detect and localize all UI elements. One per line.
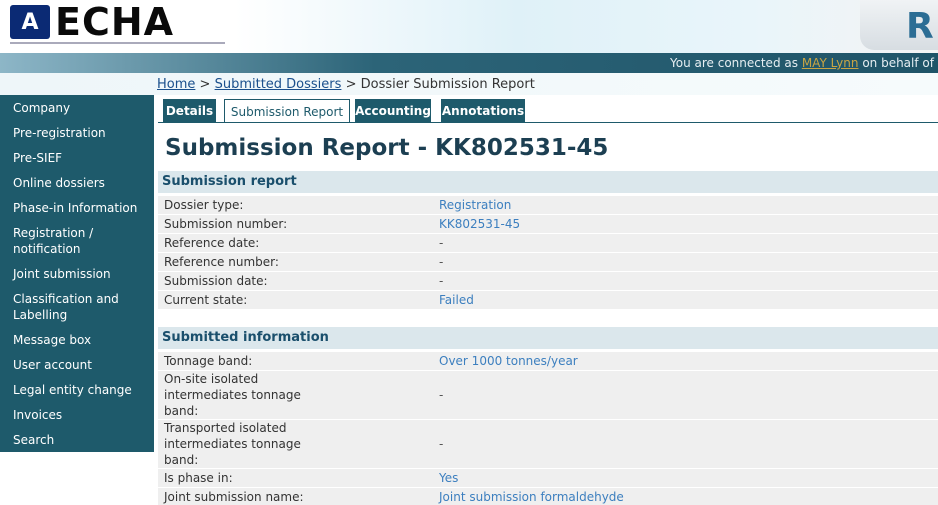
table-row: Reference date: - bbox=[158, 234, 938, 252]
row-label: On-site isolated intermediates tonnage b… bbox=[164, 372, 301, 418]
connection-bar: You are connected as MAY Lynn on behalf … bbox=[0, 53, 938, 73]
table-row: Joint submission name: Joint submission … bbox=[158, 488, 938, 505]
sidebar-item-search[interactable]: Search bbox=[13, 432, 148, 448]
section-heading-submitted-information: Submitted information bbox=[158, 327, 938, 349]
breadcrumb-bar: Home > Submitted Dossiers > Dossier Subm… bbox=[0, 73, 938, 95]
tab-divider bbox=[158, 122, 938, 123]
connection-prefix: You are connected as bbox=[670, 56, 798, 70]
connected-user-link[interactable]: MAY Lynn bbox=[802, 56, 859, 70]
sidebar-item-legal-entity-change[interactable]: Legal entity change bbox=[13, 382, 148, 398]
tab-annotations[interactable]: Annotations bbox=[441, 99, 525, 123]
sidebar-nav: Company Pre-registration Pre-SIEF Online… bbox=[0, 95, 154, 452]
table-row: Is phase in: Yes bbox=[158, 469, 938, 487]
breadcrumb-home-link[interactable]: Home bbox=[157, 77, 195, 92]
sidebar-item-phase-in-information[interactable]: Phase-in Information bbox=[13, 200, 148, 216]
row-value: - bbox=[439, 255, 444, 269]
row-label: Submission date: bbox=[164, 274, 268, 288]
breadcrumb: Home > Submitted Dossiers > Dossier Subm… bbox=[157, 77, 535, 92]
row-value: - bbox=[439, 274, 444, 288]
table-row: Dossier type: Registration bbox=[158, 196, 938, 214]
connection-suffix: on behalf of bbox=[862, 56, 934, 70]
row-label: Reference date: bbox=[164, 236, 260, 250]
header-banner-image: R bbox=[860, 0, 938, 50]
sidebar-item-pre-sief[interactable]: Pre-SIEF bbox=[13, 150, 148, 166]
sidebar-item-user-account[interactable]: User account bbox=[13, 357, 148, 373]
sidebar-item-invoices[interactable]: Invoices bbox=[13, 407, 148, 423]
row-value: Joint submission formaldehyde bbox=[439, 490, 624, 504]
table-row: Transported isolated intermediates tonna… bbox=[158, 420, 938, 468]
sidebar-item-joint-submission[interactable]: Joint submission bbox=[13, 266, 148, 282]
table-row: On-site isolated intermediates tonnage b… bbox=[158, 371, 938, 419]
sidebar-item-classification-labelling[interactable]: Classification and Labelling bbox=[13, 291, 125, 323]
row-value: Over 1000 tonnes/year bbox=[439, 354, 578, 368]
section-heading-submission-report: Submission report bbox=[158, 171, 938, 193]
table-row: Reference number: - bbox=[158, 253, 938, 271]
row-label: Joint submission name: bbox=[164, 490, 304, 504]
row-label: Dossier type: bbox=[164, 198, 244, 212]
breadcrumb-separator: > bbox=[345, 77, 357, 92]
sidebar-item-message-box[interactable]: Message box bbox=[13, 332, 148, 348]
sidebar-item-registration-notification[interactable]: Registration / notification bbox=[13, 225, 113, 257]
row-label: Is phase in: bbox=[164, 471, 233, 485]
echa-logo-text[interactable]: ECHA bbox=[55, 0, 174, 44]
row-value: - bbox=[439, 388, 444, 402]
sidebar-item-company[interactable]: Company bbox=[13, 100, 148, 116]
row-label: Transported isolated intermediates tonna… bbox=[164, 421, 301, 467]
logo-mark: A bbox=[21, 9, 39, 35]
connection-text: You are connected as MAY Lynn on behalf … bbox=[670, 56, 934, 70]
row-value: - bbox=[439, 236, 444, 250]
row-value: - bbox=[439, 437, 444, 451]
row-value: KK802531-45 bbox=[439, 217, 521, 231]
tab-submission-report[interactable]: Submission Report bbox=[224, 99, 350, 123]
row-value: Yes bbox=[439, 471, 459, 485]
table-row: Tonnage band: Over 1000 tonnes/year bbox=[158, 352, 938, 370]
row-label: Submission number: bbox=[164, 217, 288, 231]
row-label: Current state: bbox=[164, 293, 248, 307]
row-label: Reference number: bbox=[164, 255, 279, 269]
breadcrumb-current: Dossier Submission Report bbox=[360, 77, 535, 92]
page-title: Submission Report - KK802531-45 bbox=[165, 135, 609, 161]
banner-letter: R bbox=[906, 6, 934, 47]
table-row: Submission number: KK802531-45 bbox=[158, 215, 938, 233]
row-value: Registration bbox=[439, 198, 512, 212]
echa-logo-icon[interactable]: A bbox=[10, 5, 50, 39]
sidebar-item-pre-registration[interactable]: Pre-registration bbox=[13, 125, 148, 141]
sidebar-item-online-dossiers[interactable]: Online dossiers bbox=[13, 175, 148, 191]
tab-accounting[interactable]: Accounting bbox=[355, 99, 431, 123]
logo-underline bbox=[10, 42, 225, 44]
row-label: Tonnage band: bbox=[164, 354, 253, 368]
table-row: Submission date: - bbox=[158, 272, 938, 290]
tab-details[interactable]: Details bbox=[163, 99, 216, 123]
site-header: A ECHA R bbox=[0, 0, 938, 53]
breadcrumb-separator: > bbox=[199, 77, 211, 92]
breadcrumb-submitted-link[interactable]: Submitted Dossiers bbox=[215, 77, 342, 92]
row-value: Failed bbox=[439, 293, 474, 307]
table-row: Current state: Failed bbox=[158, 291, 938, 309]
